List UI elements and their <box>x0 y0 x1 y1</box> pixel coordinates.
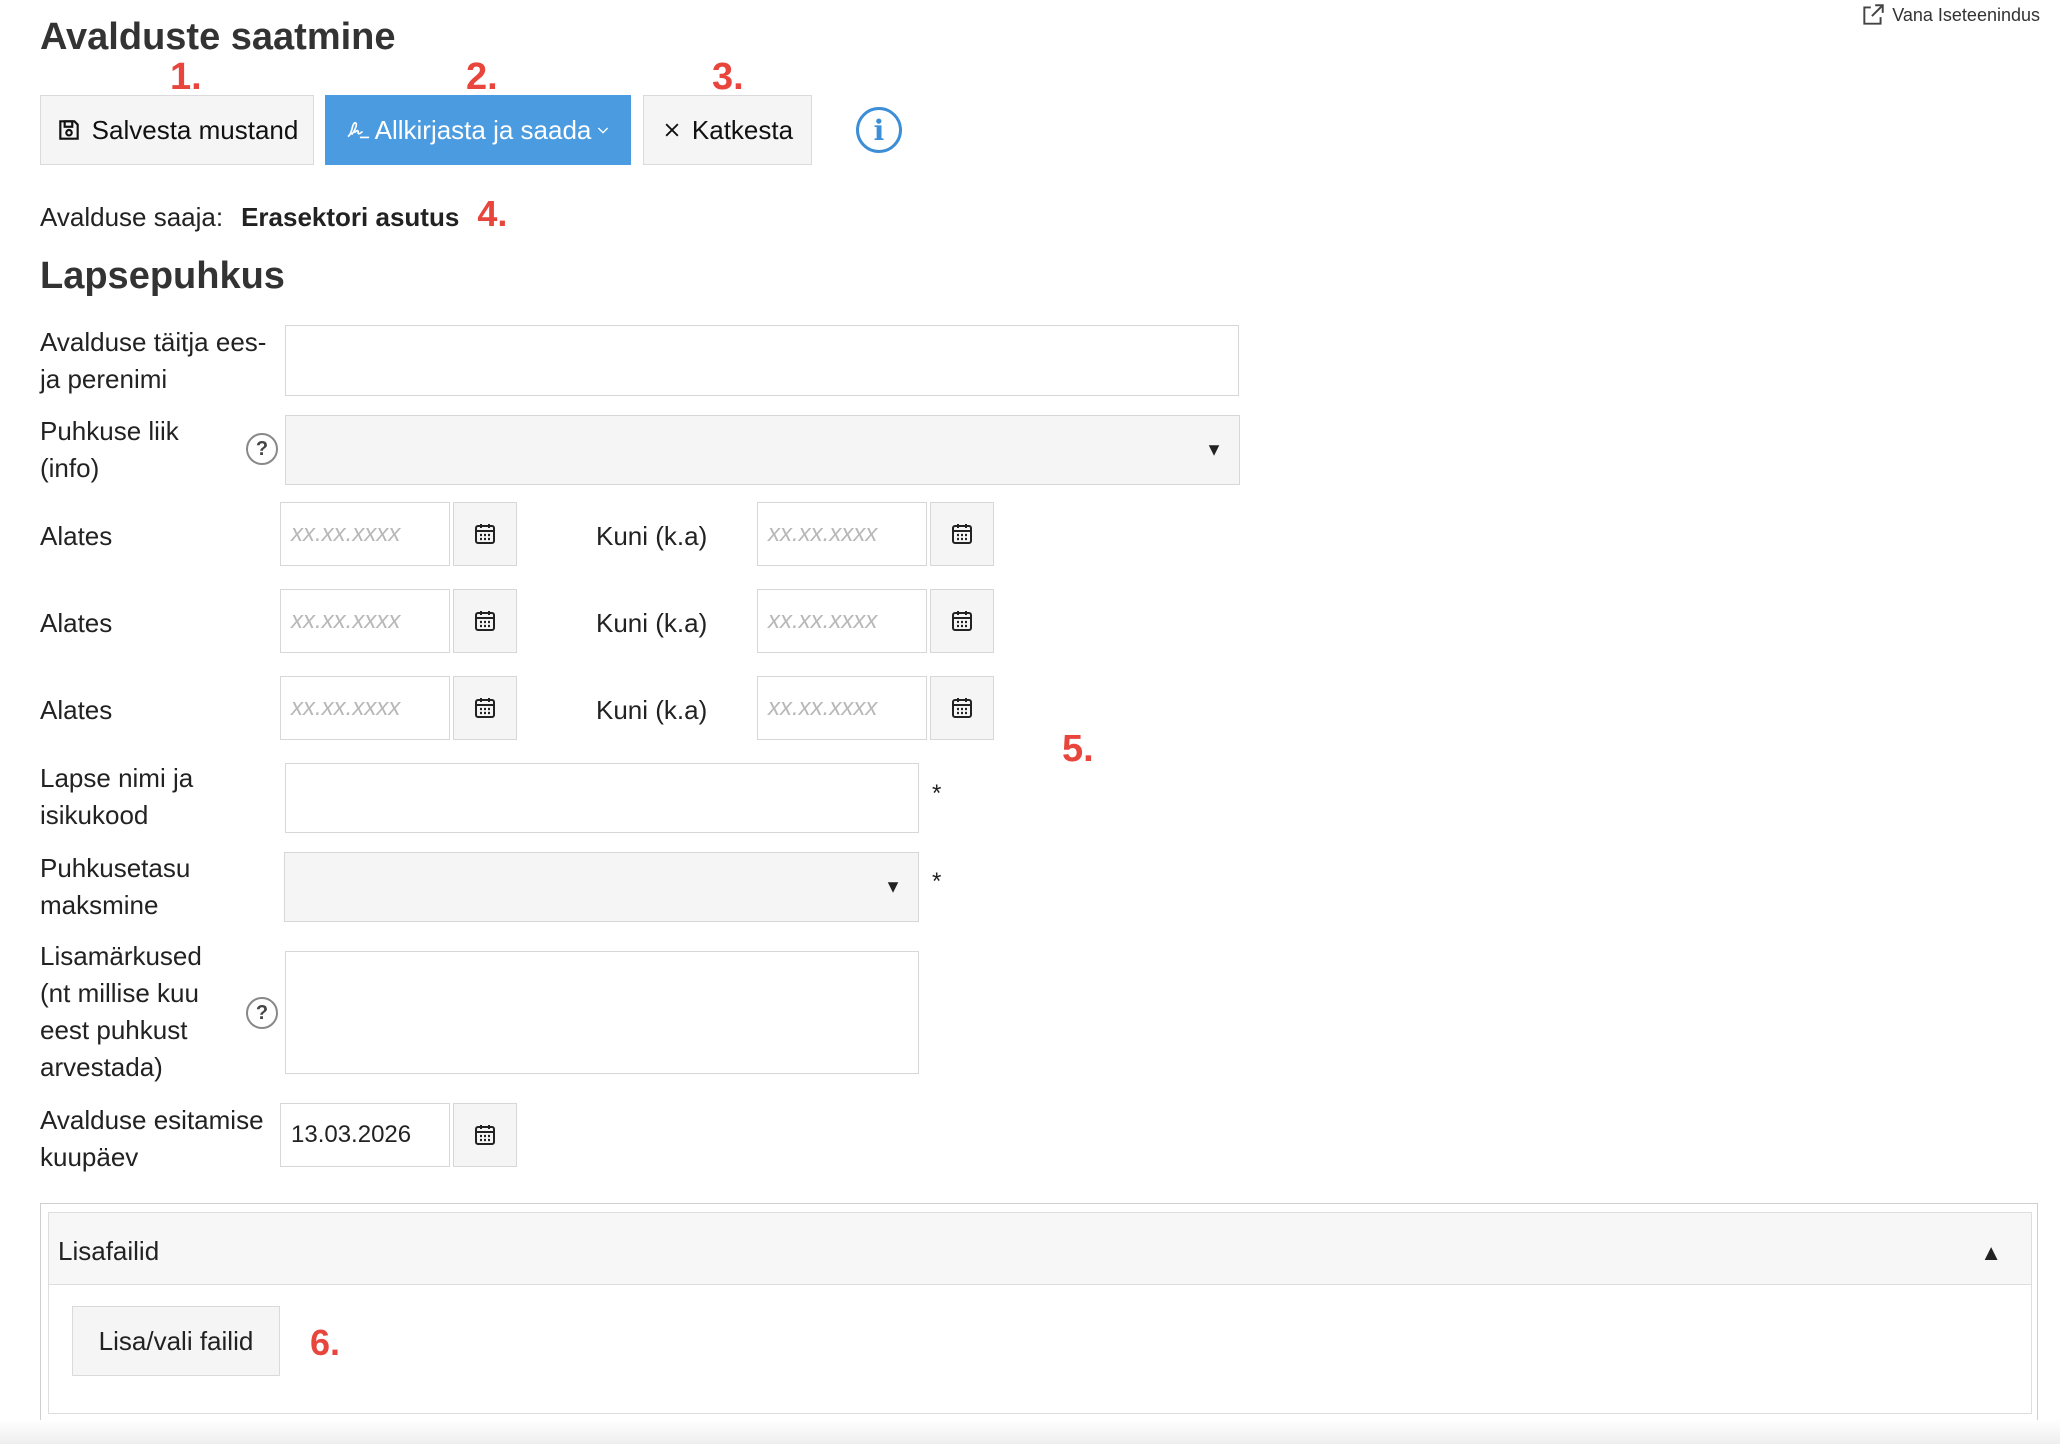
calendar-icon <box>475 698 495 718</box>
period-2-from-input[interactable]: xx.xx.xxxx <box>280 589 450 653</box>
marker-1: 1. <box>170 56 202 98</box>
period-1-to-calendar-button[interactable] <box>930 502 994 566</box>
notes-textarea[interactable] <box>285 951 919 1074</box>
bottom-shade <box>0 1420 2060 1444</box>
calendar-icon <box>952 611 972 631</box>
close-icon <box>665 123 679 137</box>
submit-date-calendar-button[interactable] <box>453 1103 517 1167</box>
period-2-from-calendar-button[interactable] <box>453 589 517 653</box>
period-2-to-input[interactable]: xx.xx.xxxx <box>757 589 927 653</box>
period-1-from-label: Alates <box>40 521 113 551</box>
marker-4: 4. <box>477 193 508 234</box>
cancel-button[interactable]: Katkesta <box>643 95 812 165</box>
submit-date-label: Avalduse esitamise kuupäev <box>40 1105 264 1172</box>
recipient-value: Erasektori asutus <box>241 202 460 232</box>
page-title: Avalduste saatmine <box>40 16 396 58</box>
payment-label: Puhkusetasu maksmine <box>40 853 191 920</box>
caret-down-icon: ▼ <box>884 876 902 897</box>
submit-date-input[interactable]: 13.03.2026 <box>280 1103 450 1167</box>
leave-type-select[interactable]: ▼ <box>285 415 1240 485</box>
floppy-disk-icon <box>58 120 79 140</box>
calendar-icon <box>475 1125 495 1145</box>
payment-select[interactable]: ▼ <box>284 852 919 922</box>
sign-and-send-button[interactable]: Allkirjasta ja saada <box>325 95 631 165</box>
old-portal-link[interactable]: Vana Iseteenindus <box>1860 2 2040 28</box>
period-3-from-calendar-button[interactable] <box>453 676 517 740</box>
signature-icon <box>347 121 369 139</box>
period-1-from-input[interactable]: xx.xx.xxxx <box>280 502 450 566</box>
save-draft-label: Salvesta mustand <box>91 114 299 145</box>
sign-and-send-label: Allkirjasta ja saada <box>374 114 592 145</box>
period-3-from-label: Alates <box>40 695 113 725</box>
period-2-to-label: Kuni (k.a) <box>596 608 708 638</box>
period-1-to-input[interactable]: xx.xx.xxxx <box>757 502 927 566</box>
attachments-panel-header[interactable] <box>49 1213 2031 1285</box>
notes-label: Lisamärkused (nt millise kuu eest puhkus… <box>40 941 202 1082</box>
external-link-icon <box>1863 4 1884 25</box>
calendar-icon <box>475 524 495 544</box>
attachments-title: Lisafailid <box>58 1236 160 1266</box>
period-3-to-calendar-button[interactable] <box>930 676 994 740</box>
recipient-row: Avalduse saaja: Erasektori asutus 4. <box>40 193 507 235</box>
marker-2: 2. <box>466 56 498 98</box>
old-portal-link-label: Vana Iseteenindus <box>1892 4 2040 25</box>
chevron-down-icon <box>598 127 609 134</box>
marker-6: 6. <box>310 1322 341 1363</box>
collapse-toggle-icon[interactable]: ▲ <box>1980 1240 2002 1266</box>
form-title: Lapsepuhkus <box>40 255 285 297</box>
marker-5: 5. <box>1062 728 1094 770</box>
child-name-label: Lapse nimi ja isikukood <box>40 763 194 830</box>
help-icon[interactable]: ? <box>246 997 278 1029</box>
calendar-icon <box>475 611 495 631</box>
leave-type-label: Puhkuse liik (info) <box>40 416 179 483</box>
caret-down-icon: ▼ <box>1205 439 1223 460</box>
cancel-label: Katkesta <box>691 114 794 145</box>
marker-3: 3. <box>712 56 744 98</box>
period-3-to-input[interactable]: xx.xx.xxxx <box>757 676 927 740</box>
period-2-to-calendar-button[interactable] <box>930 589 994 653</box>
calendar-icon <box>952 698 972 718</box>
applicant-name-label: Avalduse täitja ees- ja perenimi <box>40 327 267 394</box>
period-1-to-label: Kuni (k.a) <box>596 521 708 551</box>
help-icon[interactable]: ? <box>246 433 278 465</box>
required-mark: * <box>932 868 942 895</box>
applicant-name-input[interactable] <box>285 325 1239 396</box>
recipient-label: Avalduse saaja: <box>40 202 224 232</box>
info-icon[interactable]: i <box>856 107 902 153</box>
required-mark: * <box>932 780 942 807</box>
period-1-from-calendar-button[interactable] <box>453 502 517 566</box>
calendar-icon <box>952 524 972 544</box>
child-name-input[interactable] <box>285 763 919 833</box>
save-draft-button[interactable]: Salvesta mustand <box>40 95 314 165</box>
period-3-from-input[interactable]: xx.xx.xxxx <box>280 676 450 740</box>
add-files-button[interactable]: Lisa/vali failid <box>72 1306 280 1376</box>
period-2-from-label: Alates <box>40 608 113 638</box>
period-3-to-label: Kuni (k.a) <box>596 695 708 725</box>
